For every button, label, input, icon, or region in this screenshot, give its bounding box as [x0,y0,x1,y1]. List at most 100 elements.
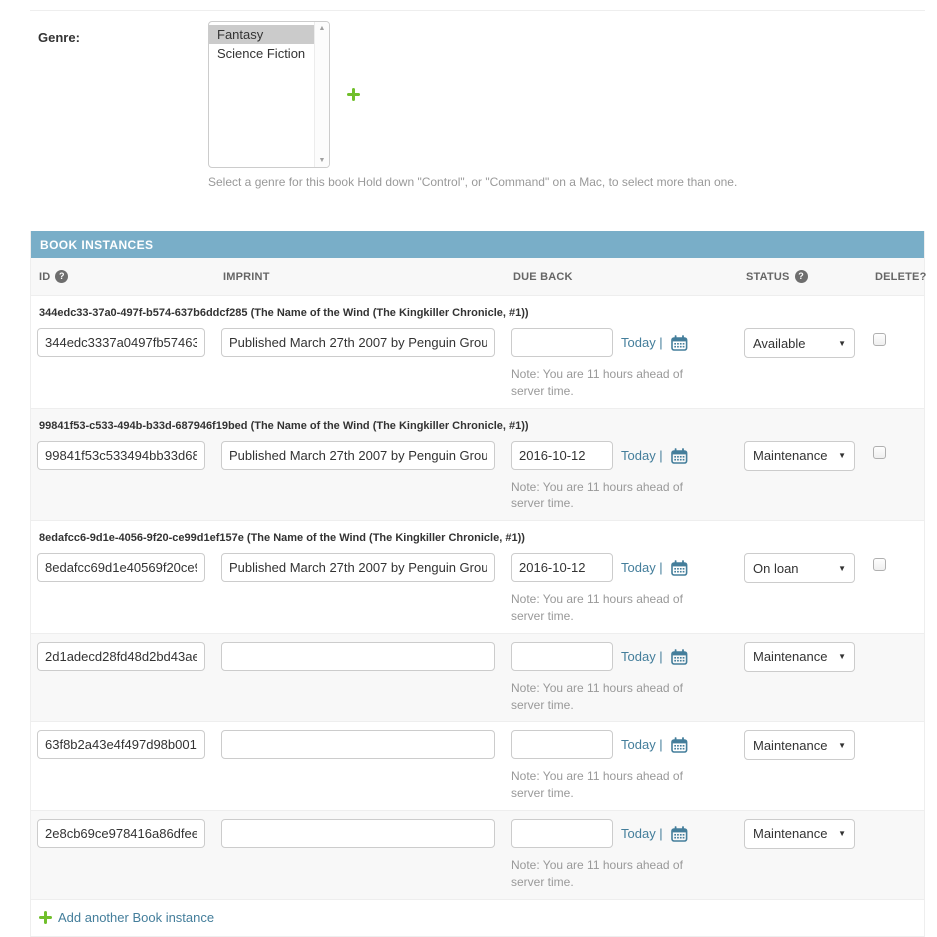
id-input[interactable] [37,819,205,848]
imprint-cell [221,819,511,848]
id-cell [37,441,221,470]
status-select[interactable]: Maintenance ▼ [744,441,855,471]
id-cell [37,642,221,671]
imprint-cell [221,642,511,671]
book-instance-row: 8edafcc6-9d1e-4056-9f20-ce99d1ef157e (Th… [31,521,924,634]
calendar-icon[interactable] [671,335,688,351]
id-input[interactable] [37,441,205,470]
status-select[interactable]: Maintenance ▼ [744,819,855,849]
today-link[interactable]: Today | [621,560,663,575]
imprint-cell [221,730,511,759]
id-input[interactable] [37,642,205,671]
column-header-imprint: IMPRINT [223,270,513,283]
instance-label: 344edc33-37a0-497f-b574-637b6ddcf285 (Th… [39,307,914,319]
status-select-value: Maintenance [753,738,827,753]
genre-form-row: Genre: Fantasy Science Fiction ▲ ▼ Selec… [30,10,925,189]
delete-cell [873,441,914,462]
status-select[interactable]: On loan ▼ [744,553,855,583]
server-time-note: Note: You are 11 hours ahead of server t… [511,591,693,625]
imprint-input[interactable] [221,328,495,357]
status-select[interactable]: Available ▼ [744,328,855,358]
status-select[interactable]: Maintenance ▼ [744,730,855,760]
status-cell: Maintenance ▼ [744,819,873,849]
id-cell [37,730,221,759]
imprint-input[interactable] [221,819,495,848]
status-cell: Maintenance ▼ [744,642,873,672]
due-back-cell: Today | Note: You are 1 [511,819,744,891]
book-instance-row: 99841f53-c533-494b-b33d-687946f19bed (Th… [31,409,924,522]
imprint-input[interactable] [221,441,495,470]
status-help-question-icon: ? [795,270,808,283]
genre-option-science-fiction[interactable]: Science Fiction [209,44,314,63]
status-cell: Maintenance ▼ [744,441,873,471]
calendar-icon[interactable] [671,560,688,576]
chevron-down-icon: ▼ [838,339,846,348]
chevron-down-icon: ▼ [838,829,846,838]
delete-cell [873,328,914,349]
today-link[interactable]: Today | [621,448,663,463]
delete-checkbox[interactable] [873,558,886,571]
genre-option-fantasy[interactable]: Fantasy [209,25,314,44]
server-time-note: Note: You are 11 hours ahead of server t… [511,366,693,400]
book-instances-panel-title: BOOK INSTANCES [31,231,924,258]
calendar-icon[interactable] [671,737,688,753]
calendar-icon[interactable] [671,448,688,464]
due-back-input[interactable] [511,441,613,470]
instance-label: 8edafcc6-9d1e-4056-9f20-ce99d1ef157e (Th… [39,532,914,544]
due-back-input[interactable] [511,642,613,671]
book-instance-row: Today | Note: You are 1 [31,722,924,811]
status-select[interactable]: Maintenance ▼ [744,642,855,672]
imprint-input[interactable] [221,553,495,582]
today-link[interactable]: Today | [621,826,663,841]
genre-option-list: Fantasy Science Fiction [209,22,314,167]
id-cell [37,328,221,357]
status-select-value: Available [753,336,806,351]
status-select-value: Maintenance [753,448,827,463]
delete-checkbox[interactable] [873,333,886,346]
imprint-cell [221,553,511,582]
due-back-cell: Today | Note: You are 1 [511,441,744,513]
today-link[interactable]: Today | [621,649,663,664]
genre-help-text: Select a genre for this book Hold down "… [208,175,925,189]
scroll-down-icon[interactable]: ▼ [319,157,326,164]
imprint-cell [221,328,511,357]
calendar-icon[interactable] [671,826,688,842]
genre-multiselect[interactable]: Fantasy Science Fiction ▲ ▼ [208,21,330,168]
chevron-down-icon: ▼ [838,741,846,750]
imprint-input[interactable] [221,642,495,671]
add-book-instance-link[interactable]: Add another Book instance [58,910,214,925]
today-link[interactable]: Today | [621,335,663,350]
book-instance-row: 344edc33-37a0-497f-b574-637b6ddcf285 (Th… [31,296,924,409]
chevron-down-icon: ▼ [838,564,846,573]
server-time-note: Note: You are 11 hours ahead of server t… [511,479,693,513]
book-instance-row: Today | Note: You are 1 [31,811,924,900]
due-back-input[interactable] [511,553,613,582]
book-instance-rows: 344edc33-37a0-497f-b574-637b6ddcf285 (Th… [31,296,924,900]
due-back-input[interactable] [511,328,613,357]
due-back-input[interactable] [511,730,613,759]
due-back-input[interactable] [511,819,613,848]
book-edit-form: Genre: Fantasy Science Fiction ▲ ▼ Selec… [30,10,925,937]
delete-checkbox[interactable] [873,446,886,459]
delete-cell [873,553,914,574]
scroll-up-icon[interactable]: ▲ [319,25,326,32]
instance-label: 99841f53-c533-494b-b33d-687946f19bed (Th… [39,420,914,432]
id-cell [37,819,221,848]
server-time-note: Note: You are 11 hours ahead of server t… [511,680,693,714]
imprint-input[interactable] [221,730,495,759]
listbox-scrollbar[interactable]: ▲ ▼ [314,22,329,167]
due-back-cell: Today | Note: You are 1 [511,553,744,625]
book-instance-row: Today | Note: You are 1 [31,634,924,723]
imprint-cell [221,441,511,470]
id-input[interactable] [37,553,205,582]
id-cell [37,553,221,582]
id-input[interactable] [37,730,205,759]
id-input[interactable] [37,328,205,357]
genre-label: Genre: [38,21,208,168]
add-genre-plus-icon[interactable] [347,88,360,101]
status-select-value: Maintenance [753,826,827,841]
status-cell: Maintenance ▼ [744,730,873,760]
calendar-icon[interactable] [671,649,688,665]
column-header-delete: DELETE? [875,270,929,283]
today-link[interactable]: Today | [621,737,663,752]
